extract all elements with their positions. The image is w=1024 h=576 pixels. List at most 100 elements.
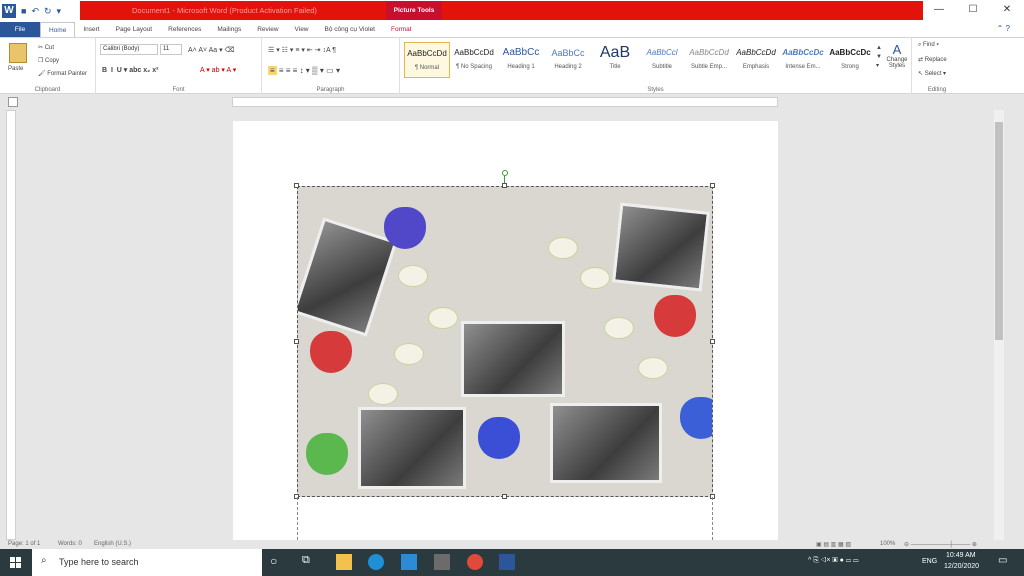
photo-oil-pump <box>550 403 662 483</box>
style-heading-1[interactable]: AaBbCc Heading 1 <box>498 42 544 78</box>
style-heading-2[interactable]: AaBbCc Heading 2 <box>545 42 591 78</box>
style-sample: AaB <box>599 44 631 61</box>
tab-format[interactable]: Format <box>383 22 420 37</box>
style-emphasis[interactable]: AaBbCcDd Emphasis <box>733 42 779 78</box>
editing-label: Editing <box>927 87 947 93</box>
paragraph-group: ☰ ▾ ☷ ▾ ≡ ▾ ⇤ ⇥ ↕A ¶ ≡ ≡ ≡ ≡ ↕ ▾ ▒ ▾ ▭ ▾… <box>262 38 400 94</box>
paper-leaf <box>638 357 668 379</box>
zoom-slider[interactable]: ⊖ ─────────┼──── ⊕ <box>904 541 977 548</box>
tab-home[interactable]: Home <box>40 22 76 37</box>
vertical-ruler[interactable] <box>6 110 16 540</box>
paste-button[interactable]: Paste <box>8 66 23 72</box>
file-explorer-icon[interactable] <box>336 554 352 570</box>
cut-button[interactable]: ✂ Cut <box>38 44 54 51</box>
align-buttons[interactable]: ≡ ≡ ≡ ≡ ↕ ▾ ▒ ▾ ▭ ▾ <box>268 66 340 75</box>
mail-icon[interactable] <box>401 554 417 570</box>
chrome-icon[interactable] <box>467 554 483 570</box>
style-intense-emphasis[interactable]: AaBbCcDc Intense Em... <box>780 42 826 78</box>
word-taskbar-icon[interactable] <box>499 554 515 570</box>
word-count[interactable]: Words: 0 <box>58 541 82 547</box>
style-strong[interactable]: AaBbCcDc Strong <box>827 42 873 78</box>
input-language[interactable]: ENG <box>922 558 937 565</box>
style-subtitle[interactable]: AaBbCcl Subtitle <box>639 42 685 78</box>
list-buttons[interactable]: ☰ ▾ ☷ ▾ ≡ ▾ ⇤ ⇥ ↕A ¶ <box>268 46 336 54</box>
help-icon[interactable]: ? <box>1006 24 1010 33</box>
edge-icon[interactable] <box>368 554 384 570</box>
store-icon[interactable] <box>434 554 450 570</box>
tab-view[interactable]: View <box>287 22 317 37</box>
style-sample: AaBbCcDc <box>829 48 871 57</box>
selected-picture[interactable] <box>297 186 713 497</box>
format-painter-label: Format Painter <box>47 71 87 77</box>
find-button[interactable]: ⌕ Find ▾ <box>918 42 939 49</box>
vertical-scrollbar[interactable] <box>994 110 1004 540</box>
window-controls: — ☐ ✕ <box>922 0 1024 20</box>
style-scroll-icon[interactable]: ▲ ▼ ▾ <box>876 44 882 71</box>
change-styles-icon: A <box>892 42 902 57</box>
clock-time[interactable]: 10:49 AM <box>946 552 976 559</box>
grow-font-icon[interactable]: A˄ A˅ Aa ▾ ⌫ <box>188 46 235 54</box>
paste-icon[interactable] <box>9 43 27 63</box>
resize-handle[interactable] <box>710 339 715 344</box>
tab-file[interactable]: File <box>0 22 40 37</box>
change-styles-button[interactable]: A Change Styles <box>884 42 910 69</box>
zoom-level[interactable]: 100% <box>880 541 895 547</box>
system-tray: ^ ⎘ ◁× ▣ ● ▭ ▭ ENG 10:49 AM 12/20/2020 ▭ <box>804 549 1024 576</box>
resize-handle[interactable] <box>710 183 715 188</box>
style-subtle-emphasis[interactable]: AaBbCcDd Subtle Emp... <box>686 42 732 78</box>
resize-handle[interactable] <box>502 183 507 188</box>
tab-selector[interactable] <box>8 97 18 107</box>
task-view-icon[interactable]: ⧉ <box>302 554 318 570</box>
font-color-icon[interactable]: A ▾ ab ▾ A ▾ <box>200 66 236 74</box>
horizontal-ruler[interactable] <box>232 97 778 107</box>
minimize-icon[interactable]: — <box>922 0 956 20</box>
photo-mine <box>461 321 565 397</box>
font-name-select[interactable]: Calibri (Body) <box>100 44 158 55</box>
copy-button[interactable]: ❐ Copy <box>38 57 59 64</box>
scroll-thumb[interactable] <box>995 122 1003 340</box>
resize-handle[interactable] <box>294 339 299 344</box>
customize-qat-icon[interactable]: ▾ <box>57 6 62 17</box>
picture-tools-label: Picture Tools <box>386 1 442 20</box>
cortana-icon[interactable]: ○ <box>270 554 286 570</box>
clock-date[interactable]: 12/20/2020 <box>944 563 979 570</box>
format-buttons[interactable]: B I U ▾ abc x₂ x² <box>102 66 158 74</box>
resize-handle[interactable] <box>294 183 299 188</box>
clipboard-label: Clipboard <box>34 87 61 93</box>
tab-page-layout[interactable]: Page Layout <box>108 22 161 37</box>
save-icon[interactable]: ■ <box>21 6 26 16</box>
paper-leaf <box>548 237 578 259</box>
font-size-select[interactable]: 11 <box>160 44 182 55</box>
maximize-icon[interactable]: ☐ <box>956 0 990 20</box>
tray-icons[interactable]: ^ ⎘ ◁× ▣ ● ▭ ▭ <box>808 557 858 565</box>
format-painter-button[interactable]: 🖌 Format Painter <box>38 70 87 77</box>
redo-icon[interactable]: ↻ <box>44 6 52 17</box>
tab-insert[interactable]: Insert <box>75 22 107 37</box>
page-count[interactable]: Page: 1 of 1 <box>8 541 40 547</box>
tab-review[interactable]: Review <box>249 22 286 37</box>
tab-violet[interactable]: Bộ công cụ Violet <box>317 22 383 37</box>
style-title[interactable]: AaB Title <box>592 42 638 78</box>
style-normal[interactable]: AaBbCcDd ¶ Normal <box>404 42 450 78</box>
view-buttons[interactable]: ▣ ▤ ▥ ▦ ▧ <box>816 541 851 548</box>
tab-mailings[interactable]: Mailings <box>209 22 249 37</box>
notification-icon[interactable]: ▭ <box>998 555 1007 566</box>
taskbar-search[interactable]: ⌕ Type here to search <box>32 549 262 576</box>
collapse-ribbon-icon[interactable]: ⌃ <box>997 24 1004 33</box>
undo-icon[interactable]: ↶ <box>31 6 39 17</box>
close-icon[interactable]: ✕ <box>990 0 1024 20</box>
scissors-icon: ✂ <box>38 45 45 51</box>
style-no-spacing[interactable]: AaBbCcDd ¶ No Spacing <box>451 42 497 78</box>
start-button[interactable] <box>0 549 32 576</box>
replace-button[interactable]: ⇄ Replace <box>918 56 947 63</box>
select-button[interactable]: ↖ Select ▾ <box>918 70 946 77</box>
style-sample: AaBbCcDd <box>454 48 494 57</box>
ruler-row <box>0 94 1024 110</box>
find-label: Find <box>923 42 935 48</box>
rotation-handle[interactable] <box>502 170 508 176</box>
editing-group: ⌕ Find ▾ ⇄ Replace ↖ Select ▾ Editing <box>912 38 962 94</box>
language-indicator[interactable]: English (U.S.) <box>94 541 131 547</box>
tab-references[interactable]: References <box>160 22 209 37</box>
document-area <box>0 110 1024 540</box>
taskbar: ⌕ Type here to search ○ ⧉ ^ ⎘ ◁× ▣ ● ▭ ▭… <box>0 549 1024 576</box>
